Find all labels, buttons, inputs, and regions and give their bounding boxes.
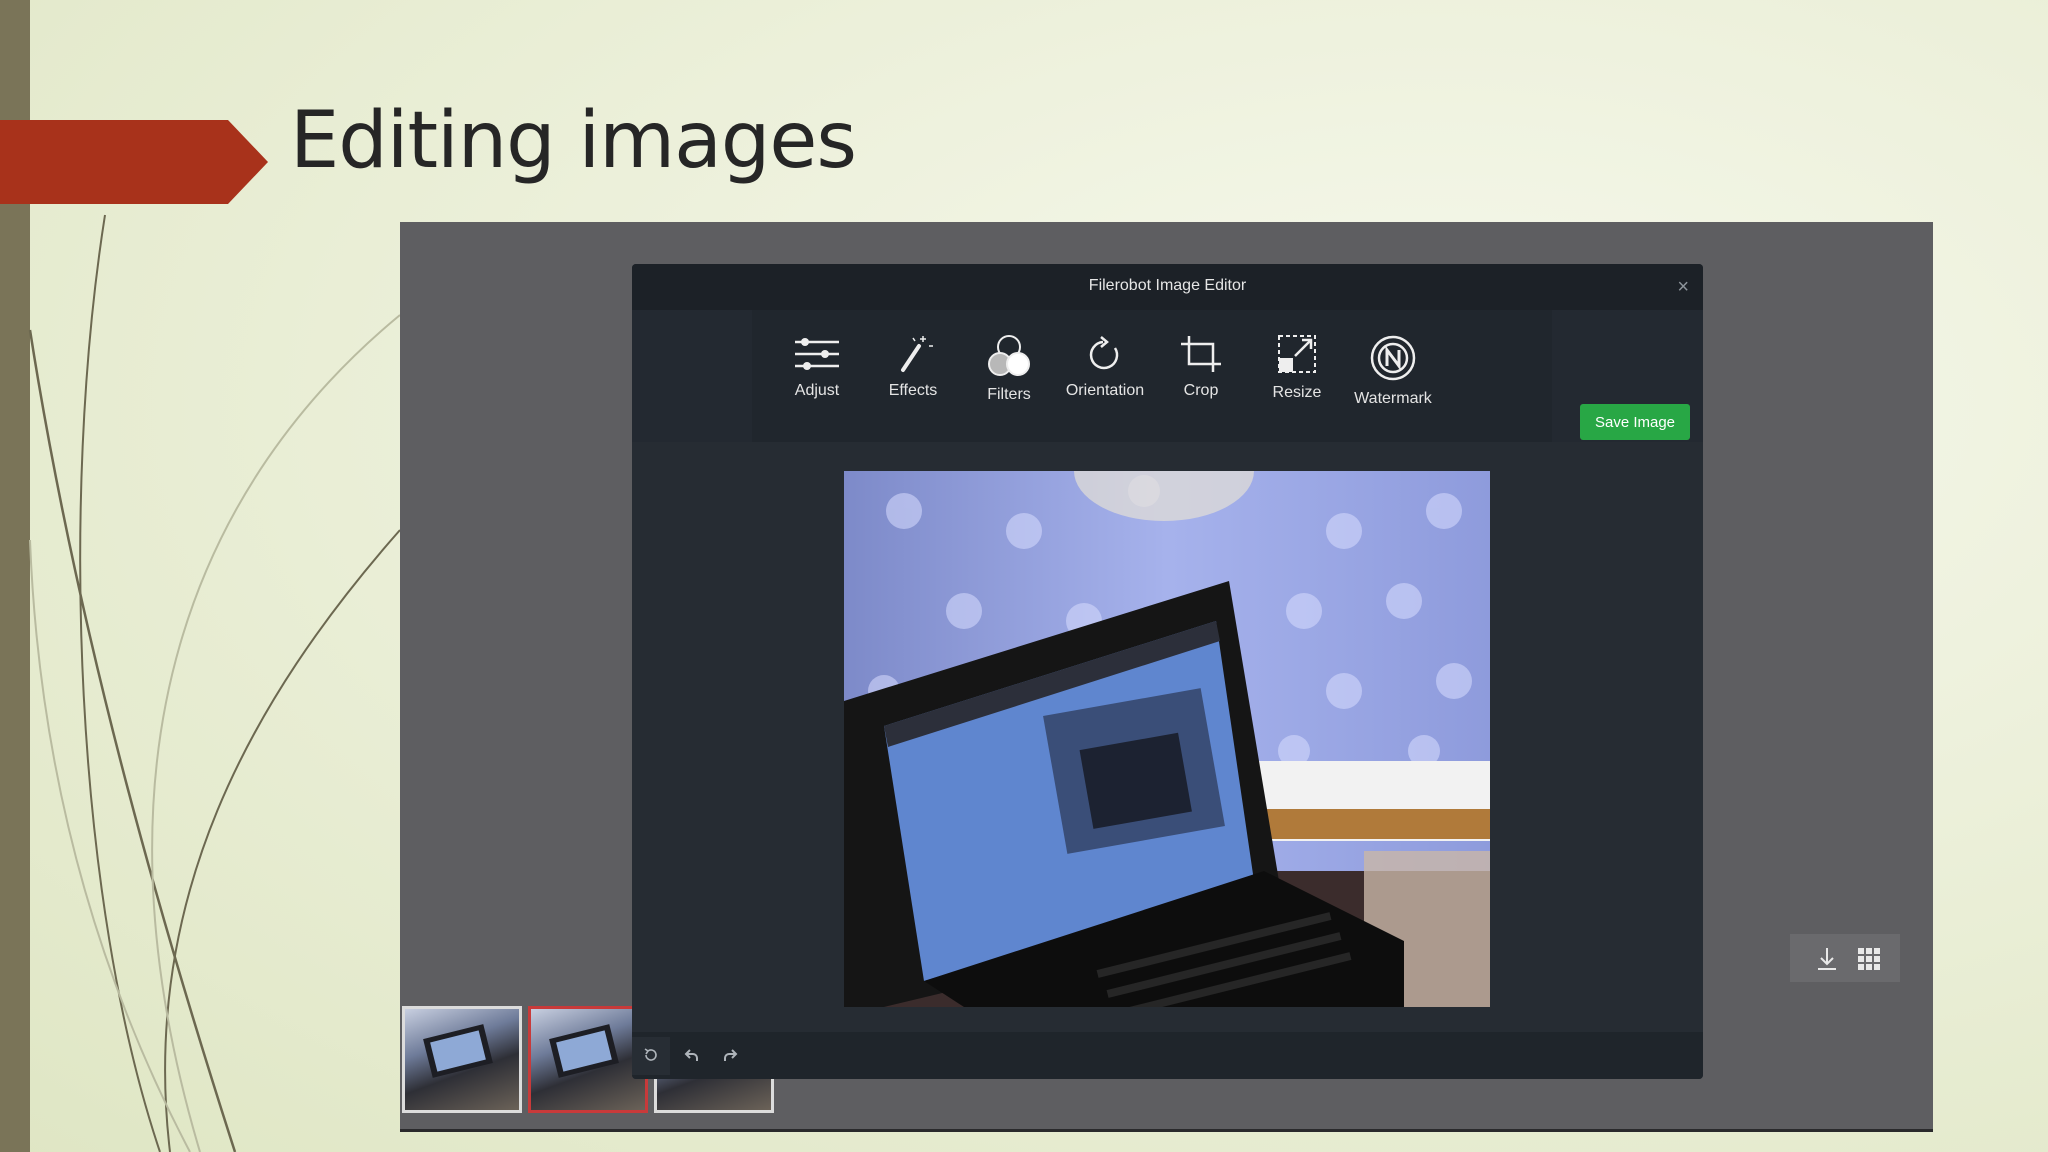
tool-label: Effects <box>888 382 938 399</box>
slide-title: Editing images <box>290 96 857 186</box>
editor-header: Filerobot Image Editor × <box>632 264 1703 310</box>
filter-circles-icon <box>988 335 1030 376</box>
tool-adjust[interactable]: Adjust <box>772 334 862 424</box>
editor-history-bar <box>632 1032 1703 1079</box>
reset-icon[interactable] <box>632 1037 670 1075</box>
image-editor-modal: Filerobot Image Editor × Adjust Effects … <box>632 264 1703 1079</box>
thumbnail-1[interactable] <box>402 1006 522 1113</box>
tool-resize[interactable]: Resize <box>1252 334 1342 424</box>
crop-icon <box>1181 336 1221 372</box>
close-icon[interactable]: × <box>1677 276 1689 299</box>
editor-toolbar: Adjust Effects Filters Orientation Crop … <box>632 310 1703 442</box>
tool-label: Adjust <box>794 382 840 399</box>
tool-label: Crop <box>1183 382 1219 399</box>
edited-photo[interactable] <box>844 471 1490 1007</box>
tool-crop[interactable]: Crop <box>1156 334 1246 424</box>
editor-title: Filerobot Image Editor <box>1088 277 1247 294</box>
resize-icon <box>1278 335 1316 373</box>
photo-content <box>844 471 1490 1007</box>
tool-orientation[interactable]: Orientation <box>1060 334 1150 424</box>
undo-icon[interactable] <box>672 1037 710 1075</box>
sliders-icon <box>795 338 839 370</box>
rotate-icon <box>1089 336 1119 370</box>
app-screenshot: Filerobot Image Editor × Adjust Effects … <box>400 222 1933 1132</box>
tool-label: Orientation <box>1065 382 1145 399</box>
watermark-icon <box>1370 335 1416 381</box>
grid-icon[interactable] <box>1854 944 1884 974</box>
magic-wand-icon <box>901 336 933 372</box>
tool-label: Watermark <box>1354 390 1432 407</box>
tool-effects[interactable]: Effects <box>868 334 958 424</box>
background-controls <box>1790 934 1900 982</box>
save-image-button[interactable]: Save Image <box>1580 404 1690 440</box>
tool-watermark[interactable]: Watermark <box>1348 334 1438 424</box>
thumbnail-2-selected[interactable] <box>528 1006 648 1113</box>
tool-label: Filters <box>987 386 1031 403</box>
redo-icon[interactable] <box>712 1037 750 1075</box>
title-arrow-shape <box>0 120 268 204</box>
toolbar-tools: Adjust Effects Filters Orientation Crop … <box>752 310 1552 442</box>
download-icon[interactable] <box>1812 944 1842 974</box>
editor-canvas-area <box>632 442 1703 1032</box>
tool-filters[interactable]: Filters <box>964 334 1054 424</box>
tool-label: Resize <box>1272 384 1322 401</box>
